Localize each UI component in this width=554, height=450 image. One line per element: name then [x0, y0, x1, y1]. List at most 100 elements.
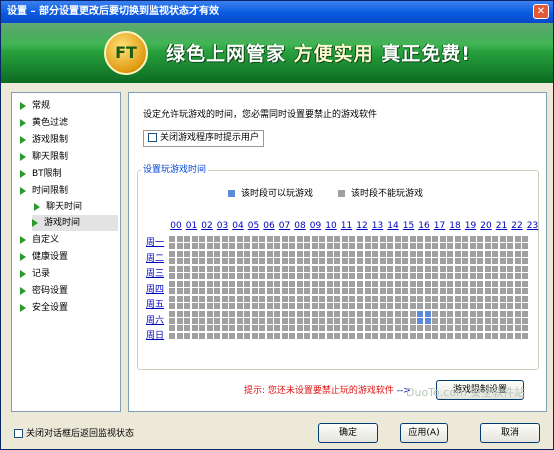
- time-cell[interactable]: [522, 325, 529, 332]
- time-cell[interactable]: [311, 295, 318, 302]
- hour-header[interactable]: 01: [184, 221, 200, 231]
- time-cell[interactable]: [229, 280, 236, 287]
- time-cell[interactable]: [326, 250, 333, 257]
- time-cell[interactable]: [454, 250, 461, 257]
- time-cell[interactable]: [244, 303, 251, 310]
- time-cell[interactable]: [454, 243, 461, 250]
- time-cell[interactable]: [349, 280, 356, 287]
- time-cell[interactable]: [221, 250, 228, 257]
- time-cell[interactable]: [477, 295, 484, 302]
- time-cell[interactable]: [221, 280, 228, 287]
- time-cell[interactable]: [274, 236, 281, 242]
- time-cell[interactable]: [394, 332, 401, 339]
- time-cell[interactable]: [417, 273, 424, 280]
- sidebar-item-porn-filter[interactable]: 黄色过滤: [20, 115, 68, 131]
- time-cell[interactable]: [334, 310, 341, 317]
- time-cell[interactable]: [507, 243, 514, 250]
- time-cell[interactable]: [372, 280, 379, 287]
- time-cell[interactable]: [334, 273, 341, 280]
- time-cell[interactable]: [221, 317, 228, 324]
- time-cell[interactable]: [447, 317, 454, 324]
- time-cell[interactable]: [311, 236, 318, 242]
- time-cell[interactable]: [372, 310, 379, 317]
- time-cell[interactable]: [184, 310, 191, 317]
- time-cell[interactable]: [394, 317, 401, 324]
- time-cell[interactable]: [214, 317, 221, 324]
- time-cell[interactable]: [447, 250, 454, 257]
- time-cell[interactable]: [387, 295, 394, 302]
- time-cell[interactable]: [462, 288, 469, 295]
- time-cell[interactable]: [341, 288, 348, 295]
- time-cell[interactable]: [349, 236, 356, 242]
- time-cell[interactable]: [251, 332, 258, 339]
- hour-header[interactable]: 14: [385, 221, 401, 231]
- time-cell[interactable]: [409, 280, 416, 287]
- time-cell[interactable]: [379, 258, 386, 265]
- time-cell[interactable]: [169, 258, 175, 265]
- time-cell[interactable]: [184, 236, 191, 242]
- time-cell[interactable]: [447, 295, 454, 302]
- time-cell[interactable]: [296, 325, 303, 332]
- time-cell[interactable]: [417, 325, 424, 332]
- time-cell[interactable]: [402, 236, 409, 242]
- time-cell[interactable]: [214, 288, 221, 295]
- time-cell[interactable]: [274, 325, 281, 332]
- time-cell[interactable]: [379, 250, 386, 257]
- time-cell[interactable]: [199, 288, 206, 295]
- hour-header[interactable]: 18: [447, 221, 463, 231]
- time-cell[interactable]: [334, 280, 341, 287]
- time-cell[interactable]: [281, 303, 288, 310]
- time-cell[interactable]: [304, 295, 311, 302]
- time-cell[interactable]: [507, 258, 514, 265]
- time-cell[interactable]: [432, 310, 439, 317]
- time-cell[interactable]: [372, 236, 379, 242]
- time-cell[interactable]: [266, 273, 273, 280]
- time-cell[interactable]: [447, 303, 454, 310]
- time-cell[interactable]: [169, 317, 175, 324]
- time-cell[interactable]: [236, 317, 243, 324]
- time-cell[interactable]: [409, 236, 416, 242]
- time-cell[interactable]: [266, 250, 273, 257]
- time-cell[interactable]: [281, 295, 288, 302]
- time-cell[interactable]: [357, 303, 363, 310]
- time-cell[interactable]: [184, 303, 191, 310]
- time-cell[interactable]: [379, 265, 386, 272]
- time-cell[interactable]: [274, 280, 281, 287]
- time-cell[interactable]: [319, 288, 326, 295]
- day-label[interactable]: 周日: [146, 331, 168, 342]
- time-cell[interactable]: [296, 295, 303, 302]
- time-cell[interactable]: [296, 265, 303, 272]
- hour-header[interactable]: 19: [463, 221, 479, 231]
- time-cell[interactable]: [251, 243, 258, 250]
- time-cell[interactable]: [191, 236, 198, 242]
- time-cell[interactable]: [169, 273, 175, 280]
- time-cell[interactable]: [176, 265, 183, 272]
- time-cell[interactable]: [176, 303, 183, 310]
- time-cell[interactable]: [326, 303, 333, 310]
- time-cell[interactable]: [191, 288, 198, 295]
- time-cell[interactable]: [439, 273, 446, 280]
- time-cell[interactable]: [492, 295, 499, 302]
- time-cell[interactable]: [206, 303, 213, 310]
- time-cell[interactable]: [214, 325, 221, 332]
- sidebar-item-chat-time[interactable]: 聊天时间: [34, 199, 82, 215]
- time-cell[interactable]: [522, 236, 529, 242]
- time-cell[interactable]: [304, 288, 311, 295]
- time-cell[interactable]: [432, 303, 439, 310]
- time-cell[interactable]: [221, 288, 228, 295]
- time-cell[interactable]: [424, 310, 431, 317]
- time-cell[interactable]: [236, 280, 243, 287]
- time-cell[interactable]: [304, 303, 311, 310]
- time-cell[interactable]: [402, 250, 409, 257]
- time-cell[interactable]: [387, 250, 394, 257]
- time-cell[interactable]: [364, 243, 371, 250]
- time-cell[interactable]: [274, 288, 281, 295]
- time-cell[interactable]: [439, 310, 446, 317]
- time-cell[interactable]: [402, 258, 409, 265]
- time-cell[interactable]: [199, 317, 206, 324]
- time-cell[interactable]: [281, 288, 288, 295]
- time-cell[interactable]: [514, 325, 521, 332]
- time-cell[interactable]: [364, 236, 371, 242]
- time-cell[interactable]: [266, 303, 273, 310]
- time-cell[interactable]: [522, 273, 529, 280]
